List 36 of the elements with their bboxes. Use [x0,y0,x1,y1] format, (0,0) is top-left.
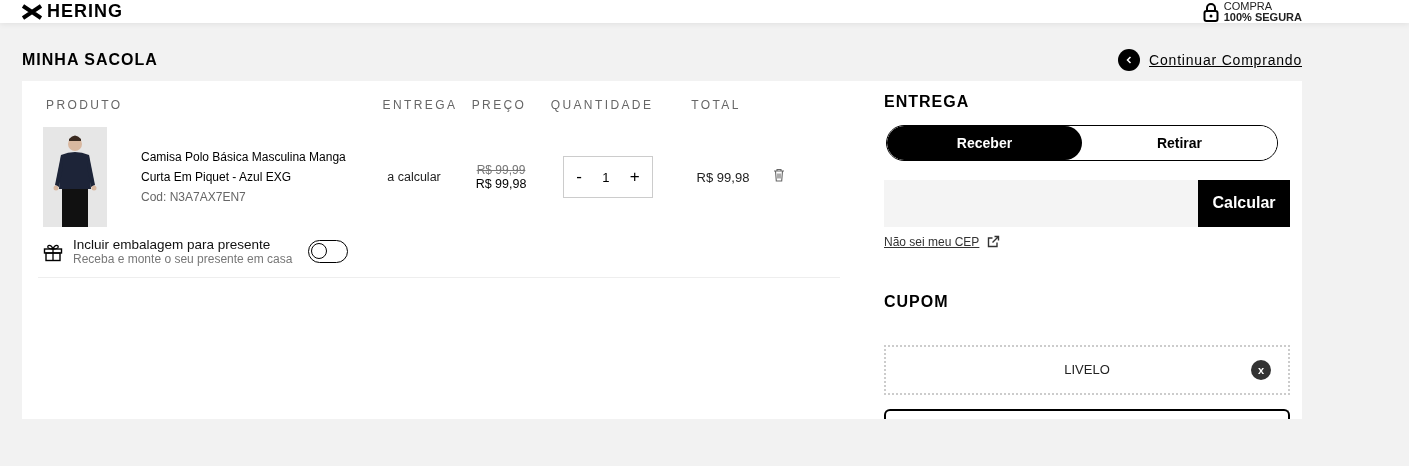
continue-shopping-link[interactable]: Continuar Comprando [1118,49,1302,71]
logo[interactable]: HERING [47,1,123,22]
quantity-stepper[interactable]: - 1 + [563,156,653,198]
secure-label: 100% SEGURA [1223,11,1302,23]
page-title: MINHA SACOLA [22,51,158,69]
gift-subtitle: Receba e monte o seu presente em casa [73,252,294,266]
back-icon[interactable] [1118,49,1141,71]
column-header: ENTREGA [381,98,459,112]
column-header: PRODUTO [46,98,124,112]
external-link-icon[interactable] [987,235,1001,249]
section-title: ENTREGA [884,93,971,111]
column-header: TOTAL [690,98,742,112]
quantity-value: 1 [602,169,610,185]
remove-coupon-button[interactable]: x [1251,359,1271,380]
coupon-code: LIVELO [1064,362,1110,378]
section-title: CUPOM [884,292,950,311]
product-code: Cod: N3A7AX7EN7 [141,189,247,206]
lock-icon [1202,1,1219,22]
delivery-cell-text: a calcular [386,170,442,184]
secure-label: COMPRA [1223,0,1273,12]
calculate-button[interactable]: Calcular [1198,180,1290,227]
trash-icon[interactable] [773,168,785,182]
column-header: PREÇO [470,98,528,112]
price: R$ 99,98 [475,177,527,191]
old-price: R$ 99,99 [476,163,526,177]
product-name[interactable]: Camisa Polo Básica Masculina Manga Curta Em Piquet - Azul EXG [141,147,369,187]
delivery-option[interactable]: Receber [887,126,1082,160]
decrease-button[interactable]: - [572,167,586,187]
gift-title: Incluir embalagem para presente [73,237,272,252]
increase-button[interactable]: + [625,167,644,187]
gift-toggle[interactable] [308,240,348,263]
total-cell-text: R$ 99,98 [695,169,751,185]
cep-link[interactable]: Não sei meu CEP [884,234,980,249]
column-header: QUANTIDADE [549,98,655,112]
cep-field[interactable] [884,180,1198,227]
logo-icon[interactable] [22,3,42,20]
